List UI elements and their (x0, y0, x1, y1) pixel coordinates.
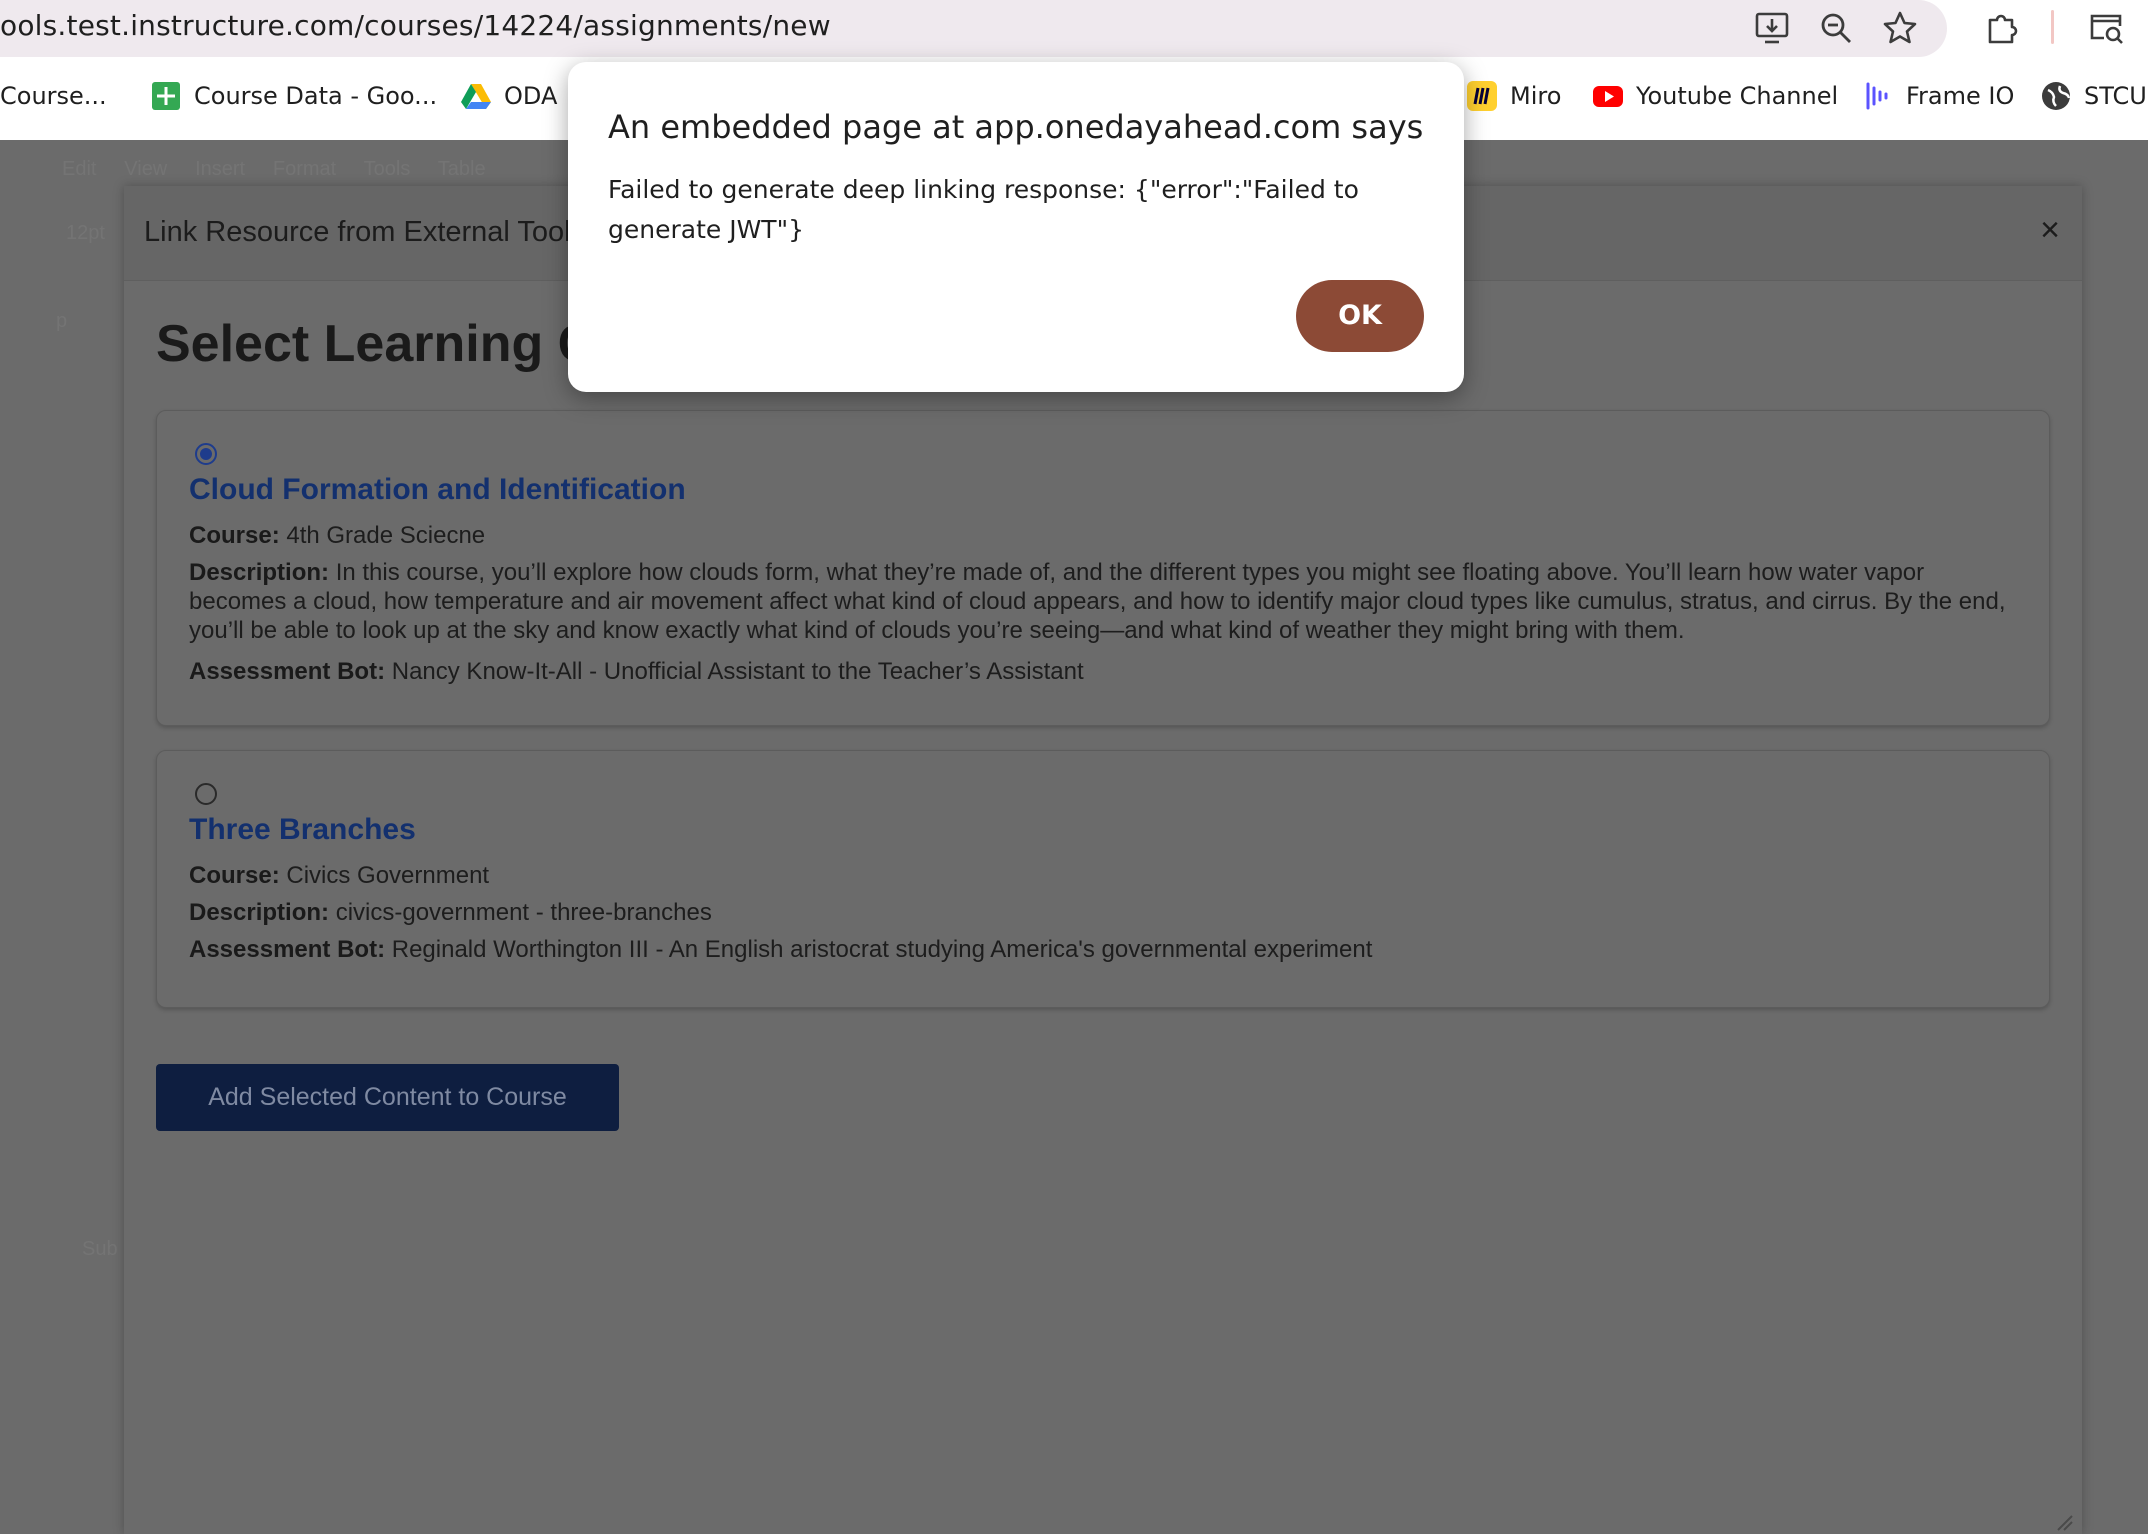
editor-menubar: Edit View Insert Format Tools Table (62, 158, 486, 181)
miro-icon (1466, 80, 1498, 112)
menu-edit: Edit (62, 158, 97, 180)
address-bar[interactable]: ools.test.instructure.com/courses/14224/… (0, 0, 1947, 57)
paragraph-indicator: p (56, 310, 68, 332)
install-app-icon[interactable] (1752, 8, 1792, 48)
modal-title: Link Resource from External Tool (144, 216, 571, 248)
description-line: Description: civics-government - three-b… (189, 898, 712, 927)
course-line: Course: Civics Government (189, 861, 489, 890)
description-label: Description: (189, 559, 330, 586)
close-icon[interactable]: × (2030, 210, 2070, 250)
bookmark-star-icon[interactable] (1880, 8, 1920, 48)
bookmark-label: ODA (504, 82, 558, 110)
globe-icon (2040, 80, 2072, 112)
course-label: Course: (189, 862, 280, 889)
bot-line: Assessment Bot: Nancy Know-It-All - Unof… (189, 657, 1084, 686)
menu-table: Table (437, 158, 486, 180)
bot-value: Reginald Worthington III - An English ar… (391, 936, 1373, 963)
tab-search-icon[interactable] (2086, 8, 2126, 48)
bot-value: Nancy Know-It-All - Unofficial Assistant… (391, 658, 1084, 685)
select-radio[interactable] (195, 443, 217, 465)
course-label: Course: (189, 522, 280, 549)
content-title: Cloud Formation and Identification (189, 473, 686, 506)
alert-dialog: An embedded page at app.onedayahead.com … (568, 62, 1464, 392)
course-value: 4th Grade Sciecne (286, 522, 486, 549)
resize-grip-icon[interactable] (2054, 1512, 2074, 1532)
google-sheets-icon (150, 80, 182, 112)
bot-label: Assessment Bot: (189, 658, 386, 685)
bookmark-miro[interactable]: Miro (1466, 74, 1561, 118)
extensions-icon[interactable] (1982, 8, 2022, 48)
bookmark-label: Youtube Channel (1636, 82, 1839, 110)
bookmark-youtube[interactable]: Youtube Channel (1592, 74, 1838, 118)
bot-line: Assessment Bot: Reginald Worthington III… (189, 935, 1372, 964)
add-selected-content-button[interactable]: Add Selected Content to Course (156, 1064, 619, 1131)
menu-tools: Tools (363, 158, 411, 180)
description-value: civics-government - three-branches (335, 899, 712, 926)
frame-io-icon (1862, 80, 1894, 112)
bookmark-frame-io[interactable]: Frame IO (1862, 74, 2014, 118)
select-radio[interactable] (195, 783, 217, 805)
course-value: Civics Government (286, 862, 490, 889)
course-line: Course: 4th Grade Sciecne (189, 521, 485, 550)
bookmark-oda[interactable]: ODA (460, 74, 557, 118)
menu-format: Format (272, 158, 337, 180)
bookmark-label: Frame IO (1906, 82, 2015, 110)
bookmark-label: Miro (1510, 82, 1562, 110)
bookmark-label: STCU (2084, 82, 2147, 110)
toolbar-separator (2051, 10, 2054, 44)
url-text[interactable]: ools.test.instructure.com/courses/14224/… (0, 9, 831, 42)
bookmark-course-data[interactable]: Course Data - Goo... (150, 74, 437, 118)
content-card[interactable]: Three Branches Course: Civics Government… (156, 750, 2050, 1008)
page-heading: Select Learning C (156, 315, 596, 373)
bookmark-label: Course... (0, 82, 107, 110)
content-title: Three Branches (189, 813, 416, 846)
description-line: Description: In this course, you’ll expl… (189, 558, 2019, 645)
submit-fragment: Sub (82, 1238, 118, 1260)
font-size-select: 12pt (66, 222, 105, 244)
google-drive-icon (460, 80, 492, 112)
bot-label: Assessment Bot: (189, 936, 386, 963)
description-label: Description: (189, 899, 330, 926)
bookmark-course[interactable]: Course... (0, 74, 107, 118)
menu-view: View (124, 158, 168, 180)
youtube-icon (1592, 80, 1624, 112)
ok-button[interactable]: OK (1296, 280, 1424, 352)
zoom-icon[interactable] (1816, 8, 1856, 48)
alert-message: Failed to generate deep linking response… (608, 175, 1359, 244)
bookmark-stcu[interactable]: STCU (2040, 74, 2147, 118)
content-card[interactable]: Cloud Formation and Identification Cours… (156, 410, 2050, 726)
alert-title: An embedded page at app.onedayahead.com … (608, 108, 1424, 146)
bookmark-label: Course Data - Goo... (194, 82, 438, 110)
description-value: In this course, you’ll explore how cloud… (189, 559, 2006, 644)
menu-insert: Insert (195, 158, 246, 180)
